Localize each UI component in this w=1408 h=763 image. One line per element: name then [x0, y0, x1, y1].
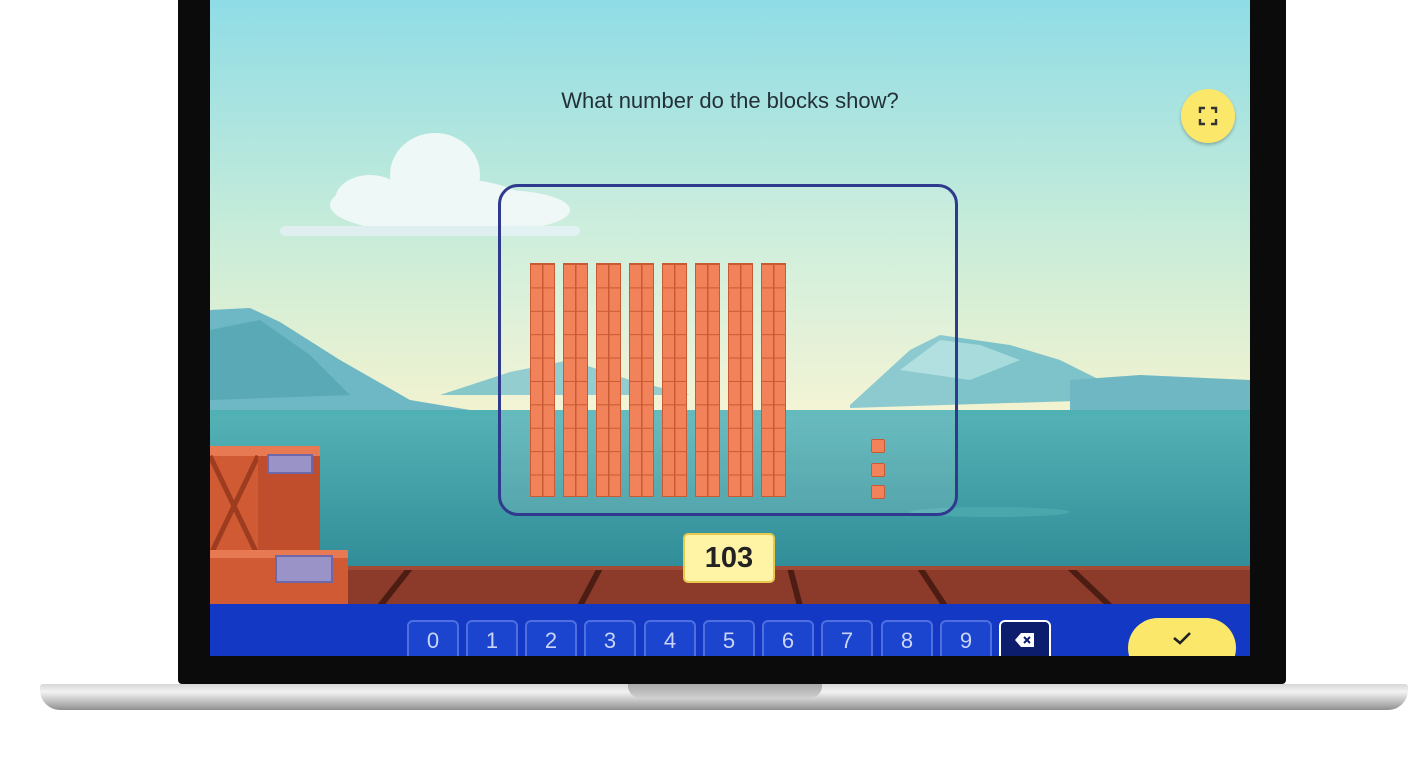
fullscreen-icon [1198, 106, 1218, 126]
laptop-notch [628, 684, 822, 698]
backspace-button[interactable] [999, 620, 1051, 656]
unit-block [871, 485, 885, 499]
key-4[interactable]: 4 [644, 620, 696, 656]
key-8[interactable]: 8 [881, 620, 933, 656]
ten-rod-block [695, 263, 720, 497]
key-2[interactable]: 2 [525, 620, 577, 656]
ten-rod-block [629, 263, 654, 497]
key-0[interactable]: 0 [407, 620, 459, 656]
key-1[interactable]: 1 [466, 620, 518, 656]
fullscreen-button[interactable] [1181, 89, 1235, 143]
ten-rod-block [530, 263, 555, 497]
key-5[interactable]: 5 [703, 620, 755, 656]
number-keypad: 0 1 2 3 4 5 6 7 8 9 [210, 604, 1250, 656]
unit-block [871, 463, 885, 477]
unit-block [871, 439, 885, 453]
ten-rod-block [662, 263, 687, 497]
backspace-icon [1015, 633, 1034, 647]
ten-rod-block [761, 263, 786, 497]
submit-button[interactable] [1128, 618, 1236, 656]
blocks-panel [498, 184, 958, 516]
checkmark-icon [1173, 632, 1191, 645]
ten-rod-block [596, 263, 621, 497]
key-6[interactable]: 6 [762, 620, 814, 656]
ten-rod-block [728, 263, 753, 497]
app-screen: What number do the blocks show? 103 0 1 … [210, 0, 1250, 656]
key-3[interactable]: 3 [584, 620, 636, 656]
ten-rod-block [563, 263, 588, 497]
key-7[interactable]: 7 [821, 620, 873, 656]
question-text: What number do the blocks show? [561, 88, 899, 113]
key-9[interactable]: 9 [940, 620, 992, 656]
answer-display: 103 [683, 533, 775, 583]
